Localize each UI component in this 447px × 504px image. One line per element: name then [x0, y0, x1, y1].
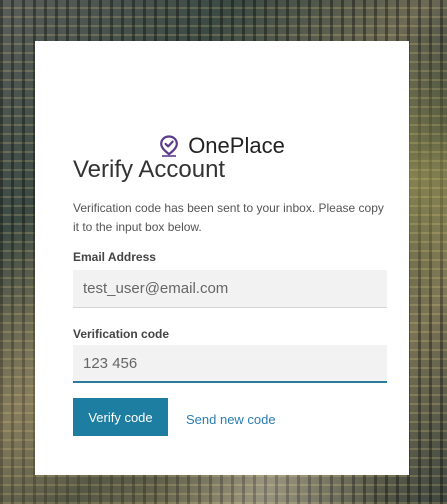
verify-card: OnePlace Verify Account Verification cod… [35, 41, 409, 475]
location-pin-check-icon [160, 135, 179, 157]
send-new-code-link[interactable]: Send new code [186, 412, 276, 427]
verification-code-label: Verification code [73, 327, 170, 341]
verify-code-button[interactable]: Verify code [73, 398, 168, 436]
page-title: Verify Account [73, 156, 226, 183]
verification-code-input[interactable] [73, 345, 387, 383]
email-label: Email Address [73, 250, 156, 264]
instruction-text: Verification code has been sent to your … [73, 201, 384, 234]
email-field[interactable] [73, 270, 387, 308]
